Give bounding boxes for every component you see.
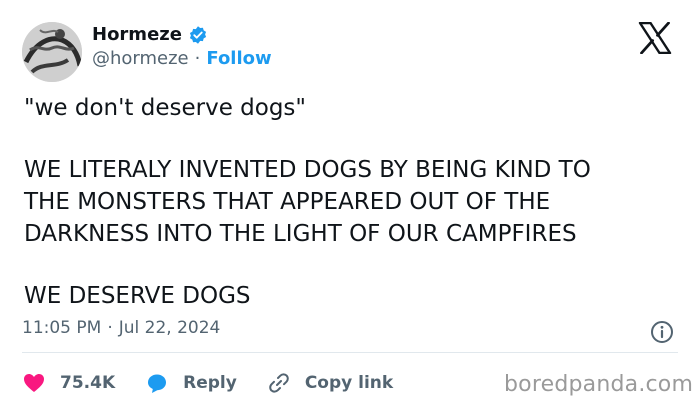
watermark: boredpanda.com (504, 372, 694, 397)
x-logo-icon[interactable] (638, 22, 672, 54)
author-display-name[interactable]: Hormeze (92, 24, 182, 45)
avatar[interactable] (22, 22, 82, 82)
tweet-text-line: THE MONSTERS THAT APPEARED OUT OF THE (24, 189, 551, 215)
timestamp-separator: · (107, 318, 113, 338)
copy-link-label: Copy link (304, 373, 394, 393)
author-handle-row: @hormeze · Follow (92, 48, 272, 69)
handle-separator: · (194, 48, 201, 69)
info-icon[interactable] (650, 320, 674, 344)
heart-icon (24, 374, 44, 392)
link-icon (269, 373, 289, 393)
like-button[interactable]: 75.4K (22, 371, 115, 395)
reply-bubble-icon (148, 374, 167, 393)
tweet-text-line: DARKNESS INTO THE LIGHT OF OUR CAMPFIRES (24, 221, 577, 247)
follow-button[interactable]: Follow (206, 48, 271, 69)
like-count: 75.4K (60, 373, 116, 393)
author-handle[interactable]: @hormeze (92, 48, 189, 69)
tweet-timestamp[interactable]: 11:05 PM · Jul 22, 2024 (22, 318, 220, 338)
divider (22, 352, 678, 353)
tweet-actions: 75.4K Reply Copy link (22, 368, 423, 398)
tweet-time: 11:05 PM (22, 318, 102, 338)
reply-button[interactable]: Reply (145, 371, 237, 395)
reply-label: Reply (183, 373, 237, 393)
author-name-row: Hormeze (92, 24, 208, 45)
tweet-date: Jul 22, 2024 (118, 318, 221, 338)
verified-badge-icon (189, 25, 207, 44)
tweet-text-line: WE DESERVE DOGS (24, 283, 251, 309)
tweet-text-line: "we don't deserve dogs" (24, 95, 306, 121)
tweet-text-line: WE LITERALY INVENTED DOGS BY BEING KIND … (24, 157, 591, 183)
copy-link-button[interactable]: Copy link (267, 371, 393, 395)
